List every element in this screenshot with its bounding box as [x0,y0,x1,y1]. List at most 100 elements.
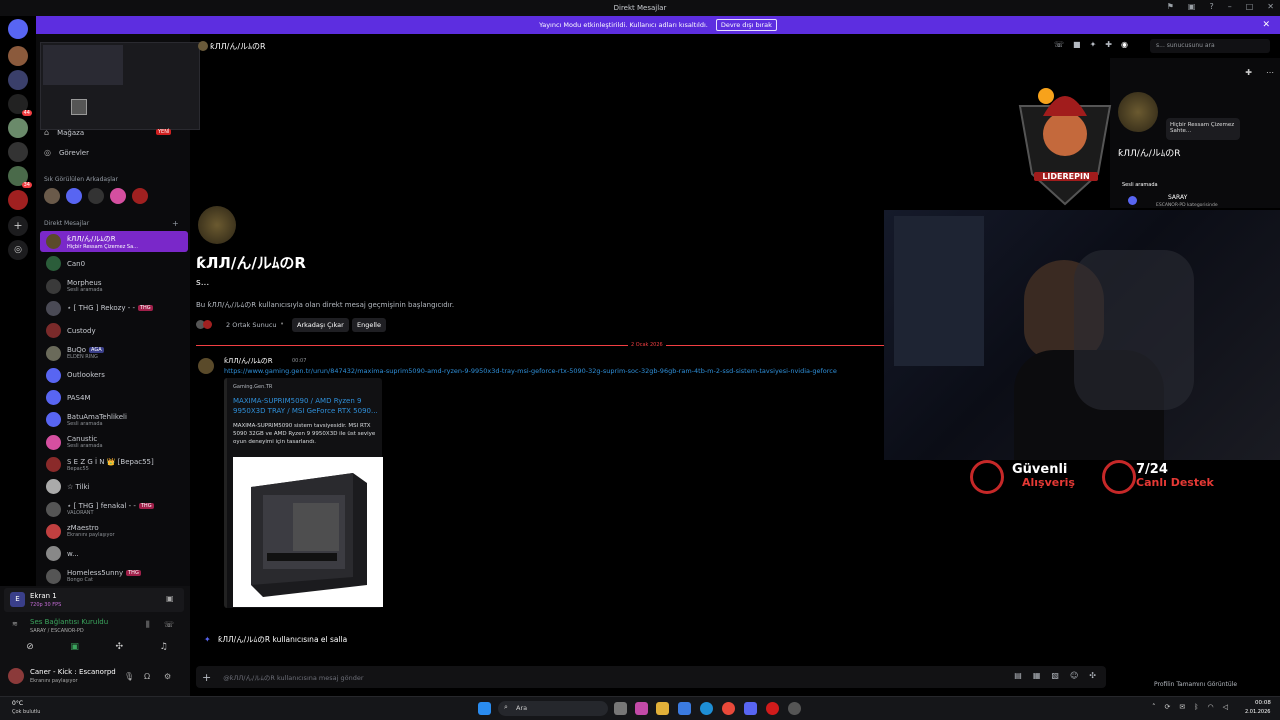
more-icon[interactable]: ⋯ [1266,68,1274,77]
dm-list-item[interactable]: Canustic Sesli aramada [40,432,188,453]
clock-date[interactable]: 2.01.2026 [1245,709,1270,715]
help-icon[interactable]: ? [1209,2,1213,11]
signal-icon[interactable]: ≋ [12,620,18,628]
dm-list-item[interactable]: zMaestro Ekranını paylaşıyor [40,521,188,542]
server-icon[interactable] [8,190,28,210]
server-icon[interactable] [8,46,28,66]
sticker-icon[interactable]: ▧ [1051,671,1059,680]
file-explorer-icon[interactable] [656,702,669,715]
view-full-profile-link[interactable]: Profilin Tamamını Görüntüle [1154,681,1237,688]
message-link[interactable]: https://www.gaming.gen.tr/urun/847432/ma… [224,367,884,375]
profile-voice-channel[interactable]: SARAY [1168,194,1187,201]
dm-list-item[interactable]: Custody [40,320,188,341]
wave-button[interactable]: ƙЛЛ/ん/ルﾑのR kullanıcısına el salla [218,634,347,645]
discover-icon[interactable]: ◎ [8,240,28,260]
remove-friend-button[interactable]: Arkadaşı Çıkar [292,318,349,332]
chevron-up-icon[interactable]: ˄ [1152,703,1156,711]
call-icon[interactable]: ☏ [1054,40,1064,49]
weather-temp[interactable]: 0°C [12,700,23,707]
dm-list-item[interactable]: Can0 [40,253,188,274]
embed-site[interactable]: Gaming.Gen.TR [233,384,272,390]
video-icon[interactable]: ■ [1073,40,1081,49]
store-icon[interactable] [678,702,691,715]
minimize-button[interactable]: – [1228,2,1232,11]
dm-list-item[interactable]: Homeless5unny THG Bongo Cat [40,566,188,587]
dm-list-item[interactable]: ƙЛЛ/ん/ルﾑのR Hiçbir Ressam Çizemez Sa... [40,231,188,252]
message-input[interactable]: @ƙЛЛ/ん/ルﾑのR kullanıcısına mesaj gönder [223,672,363,682]
avatar[interactable] [110,188,126,204]
pin-icon[interactable]: ✦ [1090,40,1097,49]
dm-list-item[interactable]: BatuAmaTehlikeli Sesli aramada [40,409,188,430]
settings-gear-icon[interactable]: ⚙ [164,672,171,681]
noise-icon[interactable]: ⫼ [146,620,150,630]
dm-list-item[interactable]: PAS4M [40,387,188,408]
dm-list-item[interactable]: w... [40,543,188,564]
discord-taskbar-icon[interactable] [744,702,757,715]
emoji-icon[interactable]: ☺ [1070,671,1078,680]
server-icon[interactable] [8,118,28,138]
avatar[interactable] [132,188,148,204]
volume-icon[interactable]: ◁ [1223,703,1228,711]
sidebar-item-tasks[interactable]: ◎ Görevler [44,148,89,157]
block-button[interactable]: Engelle [352,318,386,332]
gift-icon[interactable]: ▤ [1014,671,1022,680]
server-icon[interactable]: 34 [8,166,32,188]
headphones-icon[interactable]: Ω [144,672,150,681]
taskbar-search[interactable]: ⌕ Ara [498,701,608,716]
server-icon[interactable]: 44 [8,94,32,116]
apps-icon[interactable]: ✣ [1089,671,1096,680]
add-dm-icon[interactable]: + [172,219,179,228]
camera-off-icon[interactable]: ⊘ [26,642,34,656]
gif-icon[interactable]: ▦ [1033,671,1041,680]
activities-icon[interactable]: ✣ [116,642,124,656]
obs-icon[interactable] [788,702,801,715]
maximize-button[interactable]: □ [1246,2,1254,11]
mutual-servers[interactable]: 2 Ortak Sunucu [226,321,277,329]
embed-title[interactable]: MAXIMA-SUPRIM5090 / AMD Ryzen 9 9950X3D … [233,396,383,416]
embed-image[interactable] [233,457,383,607]
dm-list-item[interactable]: Morpheus Sesli aramada [40,276,188,297]
header-username[interactable]: ƙЛЛ/ん/ルﾑのR [210,41,266,52]
chrome-icon[interactable] [722,702,735,715]
avatar[interactable] [66,188,82,204]
dm-list-item[interactable]: ⋆ [ THG ] Rekozy - - THG [40,298,188,319]
screenshare-preview[interactable] [40,42,200,130]
stop-share-icon[interactable]: ▣ [166,594,174,603]
dm-list-item[interactable]: ☆ Tilki [40,476,188,497]
copilot-icon[interactable] [635,702,648,715]
message-author[interactable]: ƙЛЛ/ん/ルﾑのR [224,356,273,366]
add-server-icon[interactable]: + [8,216,28,236]
disconnect-icon[interactable]: ☏ [164,620,174,629]
dm-list-item[interactable]: BuQo AGA ELDEN RING [40,343,188,364]
task-view-icon[interactable] [614,702,627,715]
add-friend-icon[interactable]: ✚ [1245,68,1252,77]
home-discord-icon[interactable] [8,19,28,39]
avatar[interactable] [88,188,104,204]
profile-avatar[interactable] [1118,92,1158,132]
wifi-icon[interactable]: ◠ [1207,703,1213,711]
soundboard-icon[interactable]: ♫ [160,642,168,656]
avatar[interactable] [198,358,214,374]
add-friend-icon[interactable]: ✚ [1105,40,1112,49]
dm-list-item[interactable]: S E Z G İ N 👑 [Bepac55] Bepac55 [40,454,188,475]
avatar[interactable] [8,668,24,684]
profile-toggle-icon[interactable]: ◉ [1121,40,1128,49]
server-icon[interactable] [8,142,28,162]
pin-icon[interactable]: ⚑ [1167,2,1174,11]
opera-icon[interactable] [766,702,779,715]
inbox-icon[interactable]: ▣ [1188,2,1196,11]
network-icon[interactable]: ⟳ [1165,703,1171,711]
sidebar-item-store[interactable]: ⌂ Mağaza [44,128,84,137]
start-icon[interactable] [478,702,491,715]
bluetooth-icon[interactable]: ᛒ [1194,703,1198,711]
attach-plus-icon[interactable]: + [202,671,211,684]
avatar[interactable] [44,188,60,204]
screen-share-card[interactable]: E Ekran 1 720p 30 FPS ▣ [4,588,184,612]
notification-icon[interactable]: ✉ [1179,703,1185,711]
dm-list-item[interactable]: ⋆ [ THG ] fenakal - - THG VALORANT [40,499,188,520]
clock-time[interactable]: 00:08 [1255,700,1271,706]
close-button[interactable]: ✕ [1267,2,1274,11]
server-icon[interactable] [8,70,28,90]
search-input[interactable]: s... sunucusunu ara [1150,39,1270,53]
weather-desc[interactable]: Çok bulutlu [12,709,40,715]
